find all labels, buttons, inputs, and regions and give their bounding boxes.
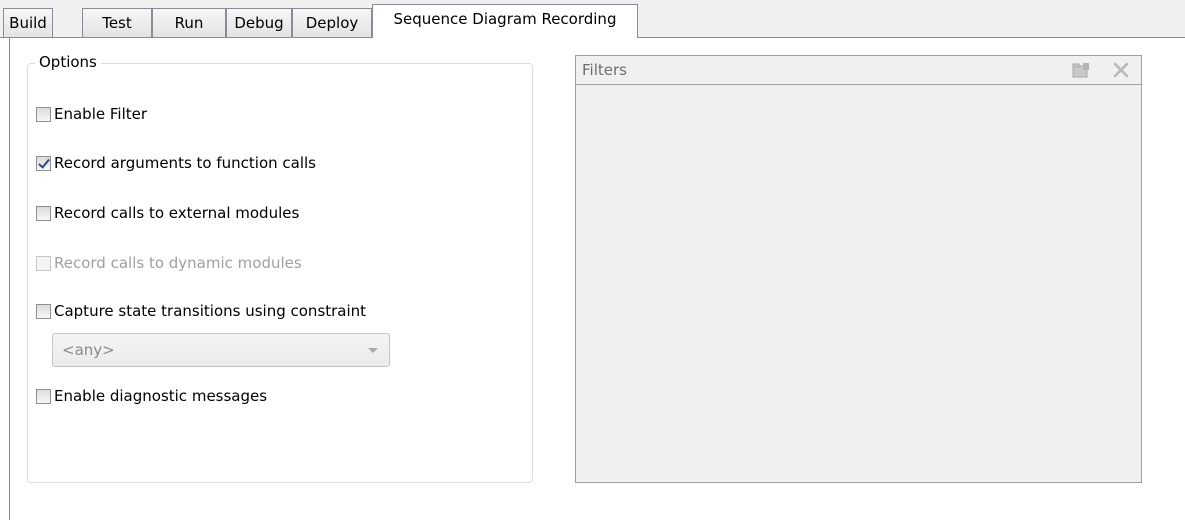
filters-header: Filters xyxy=(576,56,1141,85)
record-external-checkbox[interactable] xyxy=(36,205,51,221)
remove-filter-button[interactable] xyxy=(1112,61,1130,79)
record-external-checkbox-row[interactable]: Record calls to external modules xyxy=(36,203,299,223)
options-group xyxy=(27,63,533,483)
record-dynamic-label: Record calls to dynamic modules xyxy=(54,254,302,272)
filters-panel: Filters xyxy=(575,55,1142,483)
capture-state-checkbox-row[interactable]: Capture state transitions using constrai… xyxy=(36,301,366,321)
constraint-dropdown: <any> xyxy=(52,333,390,367)
panel-left-border xyxy=(9,37,10,520)
tab-deploy[interactable]: Deploy xyxy=(292,8,372,37)
record-arguments-checkbox[interactable] xyxy=(36,155,51,171)
tab-debug[interactable]: Debug xyxy=(226,8,292,37)
diagnostic-messages-checkbox-row[interactable]: Enable diagnostic messages xyxy=(36,386,267,406)
capture-state-label: Capture state transitions using constrai… xyxy=(54,302,367,320)
filters-title: Filters xyxy=(582,61,627,79)
tab-run[interactable]: Run xyxy=(152,8,226,37)
diagnostic-messages-label: Enable diagnostic messages xyxy=(54,387,268,405)
chevron-down-icon xyxy=(368,348,378,353)
add-filter-button[interactable] xyxy=(1071,61,1091,79)
close-icon xyxy=(1113,62,1129,78)
diagnostic-messages-checkbox[interactable] xyxy=(36,388,51,404)
enable-filter-checkbox[interactable] xyxy=(36,106,51,122)
constraint-dropdown-value: <any> xyxy=(62,341,115,359)
tab-build[interactable]: Build xyxy=(3,8,53,37)
record-dynamic-checkbox-row: Record calls to dynamic modules xyxy=(36,253,302,273)
enable-filter-checkbox-row[interactable]: Enable Filter xyxy=(36,104,147,124)
options-group-title: Options xyxy=(35,53,101,71)
record-external-label: Record calls to external modules xyxy=(54,204,300,222)
record-dynamic-checkbox xyxy=(36,255,51,271)
enable-filter-label: Enable Filter xyxy=(54,105,148,123)
capture-state-checkbox[interactable] xyxy=(36,303,51,319)
tab-test[interactable]: Test xyxy=(82,8,152,37)
record-arguments-label: Record arguments to function calls xyxy=(54,154,316,172)
record-arguments-checkbox-row[interactable]: Record arguments to function calls xyxy=(36,153,316,173)
folder-add-icon xyxy=(1072,63,1089,78)
tab-sequence-diagram-recording[interactable]: Sequence Diagram Recording xyxy=(372,4,638,38)
